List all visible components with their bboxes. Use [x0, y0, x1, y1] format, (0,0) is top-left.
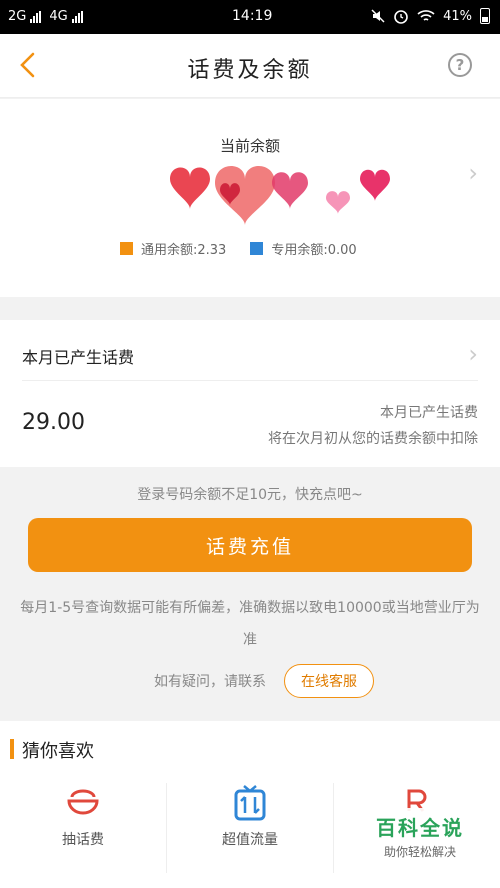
divider — [22, 380, 478, 381]
general-balance-text: 通用余额:2.33 — [141, 243, 227, 258]
carrier-1: 2G — [8, 9, 27, 24]
watermark-main: 百科全说 — [376, 816, 464, 840]
general-swatch — [120, 242, 133, 255]
special-balance-text: 专用余额:0.00 — [271, 243, 357, 258]
hearts-sticker-image — [170, 165, 390, 225]
data-transfer-icon — [234, 785, 266, 821]
balance-card[interactable]: 当前余额 › 通用余额:2.33 专用余额:0.00 — [0, 99, 500, 297]
carrier-2: 4G — [49, 9, 68, 24]
balance-label: 当前余额 — [219, 137, 280, 155]
recommend-item-label: 超值流量 — [222, 832, 278, 848]
alarm-icon — [394, 10, 408, 24]
low-balance-warning: 登录号码余额不足10元，快充点吧~ — [137, 487, 363, 503]
usage-title[interactable]: 本月已产生话费 — [22, 344, 134, 368]
recommend-item[interactable]: 抽话费 — [0, 783, 167, 873]
mute-icon — [371, 9, 385, 23]
section-accent-bar — [10, 739, 14, 759]
status-bar: 2G 4G 14:19 41% — [0, 0, 500, 34]
watermark-logo: 百科全说 助你轻松解决 — [350, 808, 490, 864]
contact-question: 如有疑问，请联系 — [154, 674, 266, 690]
signal-icon — [30, 10, 42, 23]
status-time: 14:19 — [232, 8, 273, 24]
special-swatch — [250, 242, 264, 255]
recommend-item[interactable]: 超值流量 — [167, 783, 334, 873]
special-balance: 专用余额:0.00 — [250, 239, 357, 258]
status-left: 2G 4G — [8, 9, 87, 24]
recharge-button[interactable]: 话费充值 — [28, 518, 472, 572]
recommend-item-label: 抽话费 — [62, 832, 104, 848]
nav-bar: 话费及余额 ? — [0, 34, 500, 98]
online-service-button[interactable]: 在线客服 — [284, 664, 374, 698]
usage-card: 本月已产生话费 › 29.00 本月已产生话费 将在次月初从您的话费余额中扣除 — [0, 320, 500, 467]
page-title: 话费及余额 — [187, 58, 313, 83]
usage-note-line1: 本月已产生话费 — [380, 405, 478, 421]
chevron-right-icon: › — [468, 159, 478, 187]
gift-bowl-icon — [67, 789, 99, 815]
usage-note-line2: 将在次月初从您的话费余额中扣除 — [268, 431, 478, 447]
recommend-title: 猜你喜欢 — [22, 741, 94, 762]
general-balance: 通用余额:2.33 — [120, 239, 226, 258]
usage-amount: 29.00 — [22, 410, 85, 435]
watermark-sub: 助你轻松解决 — [383, 845, 456, 859]
disclaimer-text: 每月1-5号查询数据可能有所偏差，准确数据以致电10000或当地营业厅为准 — [20, 600, 480, 648]
contact-row: 如有疑问，请联系 在线客服 — [0, 664, 500, 698]
question-circle-icon[interactable]: ? — [448, 53, 472, 77]
signal-icon-2 — [71, 10, 83, 23]
chevron-right-icon[interactable]: › — [468, 340, 478, 368]
wifi-icon — [417, 10, 435, 21]
balance-legend: 通用余额:2.33 专用余额:0.00 — [120, 239, 357, 258]
battery-icon — [480, 8, 490, 24]
status-right: 41% — [371, 8, 490, 24]
usage-note: 本月已产生话费 将在次月初从您的话费余额中扣除 — [268, 400, 478, 452]
battery-percent: 41% — [443, 8, 472, 24]
